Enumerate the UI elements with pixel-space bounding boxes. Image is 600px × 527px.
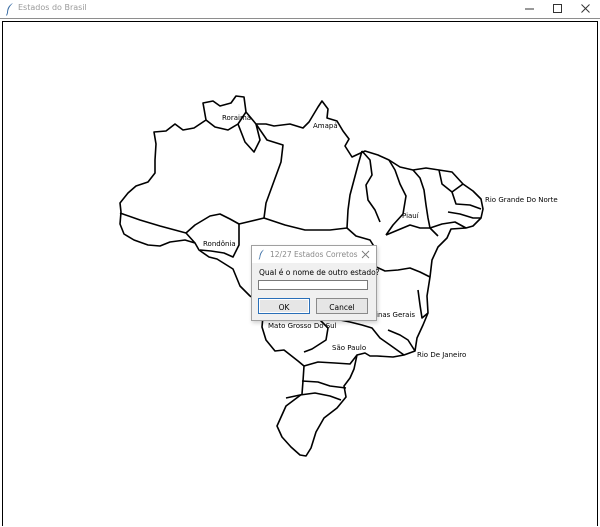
- border-ma-pi: [385, 159, 407, 236]
- cancel-button[interactable]: Cancel: [316, 298, 368, 314]
- border-am-mt: [238, 217, 348, 231]
- label-sao-paulo: São Paulo: [332, 344, 367, 352]
- label-mato-grosso-do-sul: Mato Grosso Do Sul: [268, 322, 337, 330]
- border-am-ro: [185, 213, 240, 234]
- ok-button[interactable]: OK: [258, 298, 310, 314]
- label-roraima: Roraima: [222, 114, 252, 122]
- label-piaui: Piauí: [402, 212, 419, 220]
- dialog-title: 12/27 Estados Corretos: [270, 250, 358, 259]
- state-name-input[interactable]: [258, 280, 368, 290]
- border-pe-al: [429, 221, 467, 229]
- border-ba-mg: [371, 264, 431, 278]
- label-rio-grande-do-norte: Rio Grande Do Norte: [485, 196, 558, 204]
- border-mg-rj: [387, 329, 416, 352]
- border-to-ma: [361, 150, 381, 223]
- dialog-title-bar[interactable]: 12/27 Estados Corretos: [252, 246, 376, 263]
- border-sp-pr: [303, 354, 358, 367]
- border-pa-to: [346, 150, 363, 229]
- label-minas-gerais: inas Gerais: [376, 311, 416, 319]
- label-rondonia: Rondônia: [203, 240, 236, 248]
- close-icon[interactable]: [360, 249, 371, 260]
- label-amapa: Amapá: [313, 122, 338, 130]
- border-pr-sc: [301, 380, 347, 389]
- feather-icon: [258, 249, 264, 260]
- label-rio-de-janeiro: Rio De Janeiro: [417, 351, 467, 359]
- border-am-north: [237, 123, 261, 153]
- border-pb-pe: [447, 211, 481, 219]
- state-input-dialog: 12/27 Estados Corretos Qual é o nome de …: [251, 245, 380, 321]
- app-window: Estados do Brasil Roraima Amapá Rio Gran…: [0, 0, 600, 527]
- dialog-prompt: Qual é o nome de outro estado?: [259, 268, 380, 277]
